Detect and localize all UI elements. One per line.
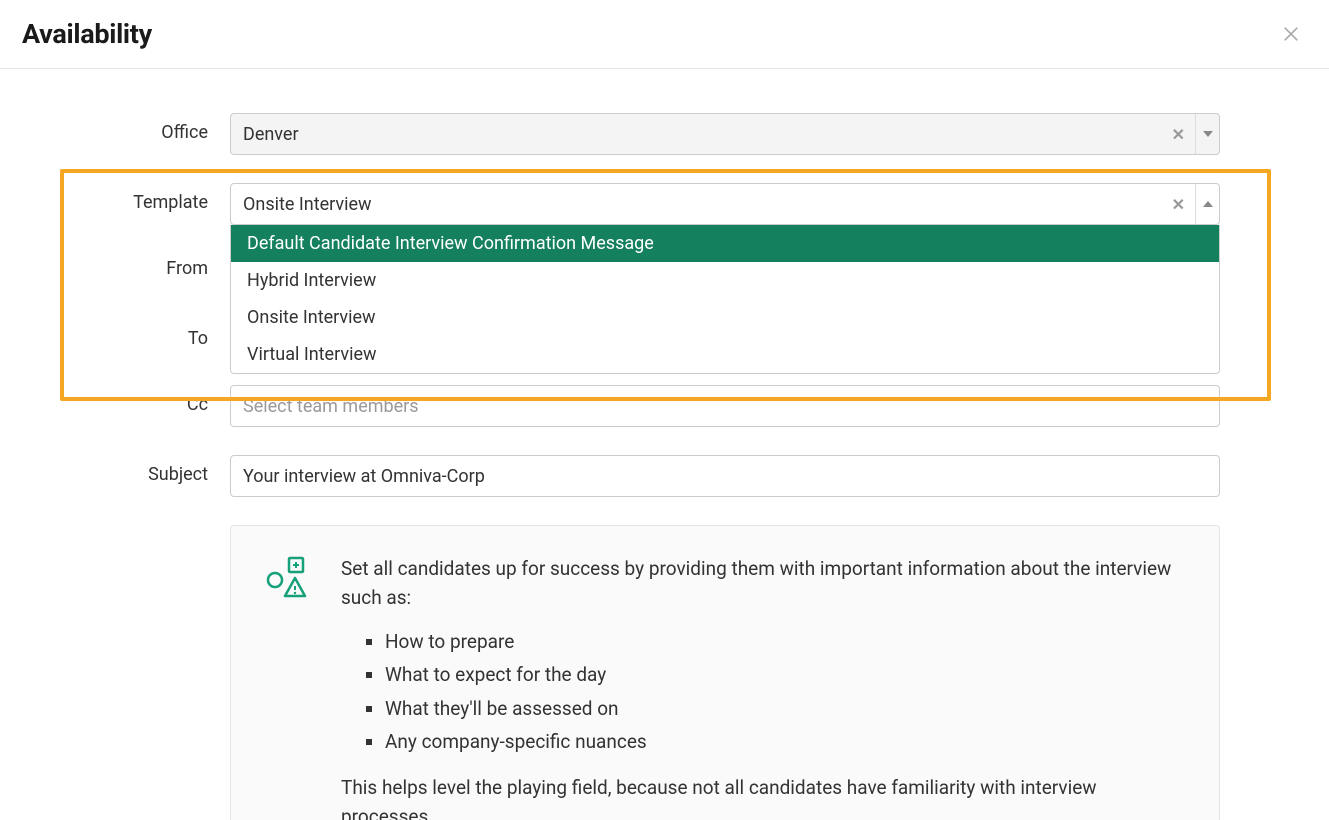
office-select-value: Denver bbox=[243, 124, 1168, 145]
label-office: Office bbox=[80, 113, 230, 143]
page-title: Availability bbox=[22, 18, 152, 50]
template-dropdown: Default Candidate Interview Confirmation… bbox=[230, 225, 1220, 374]
close-button[interactable] bbox=[1277, 20, 1305, 48]
info-bullet: What they'll be assessed on bbox=[385, 694, 1185, 723]
row-info: Set all candidates up for success by pro… bbox=[80, 525, 1249, 820]
shapes-icon bbox=[265, 556, 313, 600]
label-subject: Subject bbox=[80, 455, 230, 485]
office-caret[interactable] bbox=[1195, 114, 1219, 154]
template-option-virtual[interactable]: Virtual Interview bbox=[231, 336, 1219, 373]
template-caret[interactable] bbox=[1195, 184, 1219, 224]
info-bullet: Any company-specific nuances bbox=[385, 727, 1185, 756]
subject-input[interactable]: Your interview at Omniva-Corp bbox=[230, 455, 1220, 497]
office-select[interactable]: Denver ✕ bbox=[230, 113, 1220, 155]
row-template: Template Onsite Interview ✕ Default Cand… bbox=[80, 183, 1249, 225]
info-bullet: What to expect for the day bbox=[385, 660, 1185, 689]
label-from: From bbox=[80, 249, 230, 279]
template-select-value: Onsite Interview bbox=[243, 194, 1168, 215]
label-template: Template bbox=[80, 183, 230, 213]
form-scroll-area[interactable]: Office Denver ✕ Template Onsite Intervie… bbox=[0, 73, 1329, 820]
info-card: Set all candidates up for success by pro… bbox=[230, 525, 1220, 820]
template-option-hybrid[interactable]: Hybrid Interview bbox=[231, 262, 1219, 299]
cc-placeholder: Select team members bbox=[243, 396, 419, 417]
chevron-down-icon bbox=[1203, 131, 1213, 137]
close-icon bbox=[1281, 24, 1301, 44]
template-select[interactable]: Onsite Interview ✕ bbox=[230, 183, 1220, 225]
office-clear-button[interactable]: ✕ bbox=[1168, 125, 1189, 144]
template-option-default[interactable]: Default Candidate Interview Confirmation… bbox=[231, 225, 1219, 262]
label-to: To bbox=[80, 319, 230, 349]
template-option-onsite[interactable]: Onsite Interview bbox=[231, 299, 1219, 336]
info-bullet: How to prepare bbox=[385, 627, 1185, 656]
subject-value: Your interview at Omniva-Corp bbox=[243, 466, 485, 487]
info-bullet-list: How to prepare What to expect for the da… bbox=[385, 627, 1185, 757]
label-cc: Cc bbox=[80, 385, 230, 415]
info-tail: This helps level the playing field, beca… bbox=[341, 773, 1185, 820]
row-office: Office Denver ✕ bbox=[80, 113, 1249, 155]
modal-header: Availability bbox=[0, 0, 1329, 69]
info-lead: Set all candidates up for success by pro… bbox=[341, 554, 1185, 613]
cc-input[interactable]: Select team members bbox=[230, 385, 1220, 427]
row-cc: Cc Select team members bbox=[80, 385, 1249, 427]
chevron-up-icon bbox=[1203, 201, 1213, 207]
info-text: Set all candidates up for success by pro… bbox=[341, 554, 1185, 820]
template-clear-button[interactable]: ✕ bbox=[1168, 195, 1189, 214]
row-subject: Subject Your interview at Omniva-Corp bbox=[80, 455, 1249, 497]
